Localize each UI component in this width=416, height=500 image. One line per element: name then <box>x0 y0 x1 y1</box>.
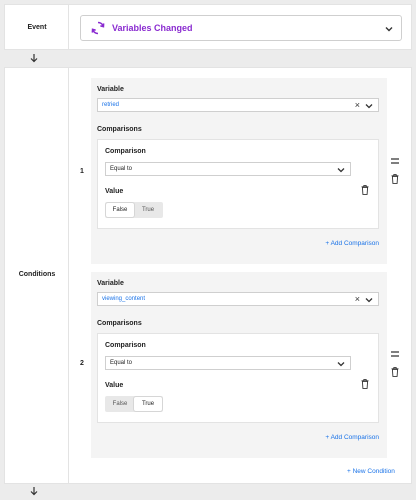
arrow-down-icon <box>30 487 38 496</box>
add-comparison-button[interactable]: + Add Comparison <box>325 434 379 441</box>
new-condition-button[interactable]: + New Condition <box>347 468 395 475</box>
comparison-value: Equal to <box>110 166 133 172</box>
comparisons-label: Comparisons <box>97 126 142 133</box>
chevron-down-icon[interactable] <box>336 359 346 369</box>
toggle-false-button[interactable]: False <box>106 397 134 411</box>
comparison-value: Equal to <box>110 360 133 366</box>
clear-icon[interactable]: × <box>355 100 360 110</box>
condition-card: Variable viewing_content × Comparisons C… <box>91 272 387 458</box>
value-label: Value <box>105 188 124 195</box>
delete-condition-icon[interactable] <box>391 174 399 184</box>
comparison-box: Comparison Equal to Value False True <box>97 333 379 423</box>
chevron-down-icon[interactable] <box>336 165 346 175</box>
chevron-down-icon[interactable] <box>364 101 374 111</box>
condition-number: 1 <box>80 168 84 175</box>
event-select-value: Variables Changed <box>112 23 193 33</box>
value-label: Value <box>105 382 124 389</box>
chevron-down-icon[interactable] <box>384 24 394 34</box>
trash-icon[interactable] <box>361 185 369 195</box>
toggle-true-button[interactable]: True <box>134 203 162 217</box>
conditions-label-cell: Conditions <box>5 68 69 483</box>
event-label: Event <box>27 24 47 31</box>
conditions-row: Conditions 1 Variable retried × Comparis… <box>4 67 412 484</box>
clear-icon[interactable]: × <box>355 294 360 304</box>
arrow-down-icon <box>30 54 38 63</box>
new-condition-label: New Condition <box>352 468 395 475</box>
comparison-box: Comparison Equal to Value False True <box>97 139 379 229</box>
add-comparison-label: Add Comparison <box>330 434 379 441</box>
chevron-down-icon[interactable] <box>364 295 374 305</box>
variable-input[interactable]: viewing_content × <box>97 292 379 306</box>
add-comparison-button[interactable]: + Add Comparison <box>325 240 379 247</box>
comparison-select[interactable]: Equal to <box>105 162 351 176</box>
variable-input[interactable]: retried × <box>97 98 379 112</box>
delete-condition-icon[interactable] <box>391 367 399 377</box>
comparison-label: Comparison <box>105 342 146 349</box>
comparison-label: Comparison <box>105 148 146 155</box>
trash-icon[interactable] <box>361 379 369 389</box>
condition-card: Variable retried × Comparisons Compariso… <box>91 78 387 264</box>
variable-label: Variable <box>97 280 124 287</box>
refresh-icon <box>91 21 105 35</box>
toggle-false-button[interactable]: False <box>106 203 134 217</box>
drag-handle-icon[interactable] <box>391 158 399 164</box>
conditions-label: Conditions <box>18 271 56 278</box>
boolean-toggle: False True <box>105 202 163 218</box>
event-row: Event Variables Changed <box>4 4 412 50</box>
variable-label: Variable <box>97 86 124 93</box>
toggle-true-button[interactable]: True <box>134 397 162 411</box>
boolean-toggle: False True <box>105 396 163 412</box>
comparisons-label: Comparisons <box>97 320 142 327</box>
event-label-cell: Event <box>5 5 69 49</box>
drag-handle-icon[interactable] <box>391 351 399 357</box>
variable-value: retried <box>102 102 120 108</box>
add-comparison-label: Add Comparison <box>330 240 379 247</box>
variable-value: viewing_content <box>102 296 146 302</box>
condition-number: 2 <box>80 360 84 367</box>
event-select[interactable]: Variables Changed <box>80 15 402 41</box>
comparison-select[interactable]: Equal to <box>105 356 351 370</box>
